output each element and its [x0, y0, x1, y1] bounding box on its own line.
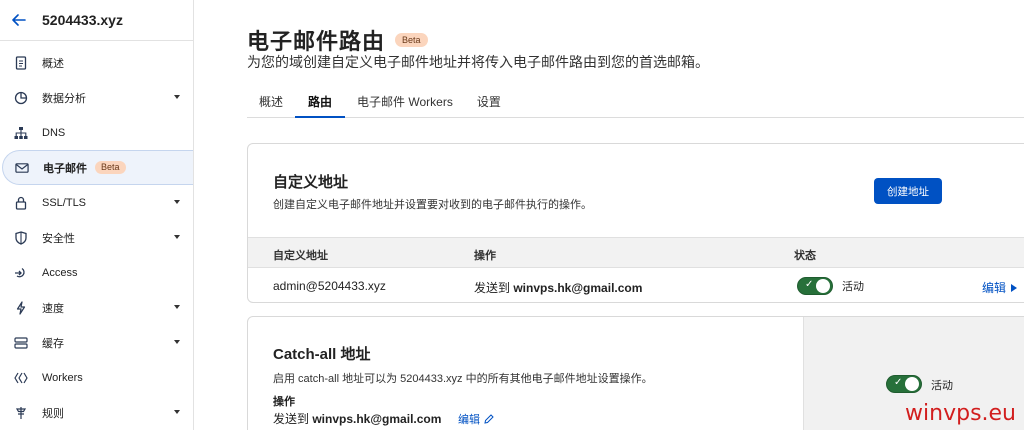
email-icon: [15, 161, 29, 175]
sidebar-item-speed[interactable]: 速度: [0, 290, 193, 325]
domain-name: 5204433.xyz: [42, 12, 123, 28]
sidebar-item-analytics[interactable]: 数据分析: [0, 80, 193, 115]
workers-icon: [14, 371, 28, 385]
chevron-down-icon[interactable]: [174, 235, 180, 239]
lock-icon: [14, 196, 28, 210]
sidebar-item-access[interactable]: Access: [0, 255, 193, 290]
table-header: 自定义地址 操作 状态: [248, 237, 1024, 268]
action-prefix: 发送到: [273, 412, 313, 426]
check-icon: ✓: [894, 377, 903, 388]
rules-icon: [14, 406, 28, 420]
back-arrow-icon[interactable]: [10, 11, 28, 29]
card-description: 启用 catch-all 地址可以为 5204433.xyz 中的所有其他电子邮…: [273, 373, 653, 385]
column-header-address: 自定义地址: [273, 250, 328, 262]
card-title: Catch-all 地址: [273, 346, 371, 363]
edit-label: 编辑: [458, 414, 480, 426]
sidebar-item-label: 数据分析: [42, 92, 86, 105]
sidebar-item-label: 缓存: [42, 337, 64, 350]
network-icon: [14, 126, 28, 140]
catch-all-status-label: 活动: [931, 380, 953, 392]
sidebar-nav: 概述 数据分析 DNS 电子邮件 Beta SSL/TLS 安全性 Access…: [0, 41, 193, 430]
create-address-button[interactable]: 创建地址: [874, 178, 942, 204]
status-label: 活动: [842, 281, 864, 293]
chevron-down-icon[interactable]: [174, 410, 180, 414]
sidebar-item-label: 电子邮件: [43, 162, 87, 175]
custom-address-card: 自定义地址 创建自定义电子邮件地址并设置要对收到的电子邮件执行的操作。 创建地址…: [247, 143, 1024, 303]
catch-all-toggle[interactable]: ✓: [886, 375, 922, 393]
sidebar-item-label: DNS: [42, 126, 66, 139]
column-header-action: 操作: [474, 250, 496, 262]
sidebar-item-label: Workers: [42, 371, 83, 384]
address-cell: admin@5204433.xyz: [273, 279, 386, 293]
watermark: winvps.eu: [905, 401, 1016, 426]
access-icon: [14, 266, 28, 280]
toggle-knob: [816, 279, 830, 293]
sidebar-item-label: 安全性: [42, 232, 75, 245]
tab-overview[interactable]: 概述: [247, 86, 295, 118]
action-prefix: 发送到: [474, 281, 514, 295]
action-label: 操作: [273, 396, 295, 408]
chevron-down-icon[interactable]: [174, 340, 180, 344]
beta-badge: Beta: [95, 161, 126, 174]
tab-settings[interactable]: 设置: [465, 86, 513, 118]
sidebar-item-workers[interactable]: Workers: [0, 360, 193, 395]
action-target: winvps.hk@gmail.com: [513, 281, 643, 295]
sidebar-item-overview[interactable]: 概述: [0, 45, 193, 80]
sidebar-item-label: 速度: [42, 302, 64, 315]
chevron-down-icon[interactable]: [174, 200, 180, 204]
sidebar-item-dns[interactable]: DNS: [0, 115, 193, 150]
app-window: 5204433.xyz 概述 数据分析 DNS 电子邮件 Beta SSL/TL…: [0, 0, 1024, 430]
action-cell: 发送到 winvps.hk@gmail.com: [474, 279, 642, 296]
shield-icon: [14, 230, 28, 245]
sidebar-item-email[interactable]: 电子邮件 Beta: [2, 150, 193, 185]
lightning-icon: [14, 300, 28, 315]
table-row: admin@5204433.xyz 发送到 winvps.hk@gmail.co…: [248, 268, 1024, 303]
chevron-down-icon[interactable]: [174, 305, 180, 309]
sidebar-item-rules[interactable]: 规则: [0, 395, 193, 430]
tab-email-workers[interactable]: 电子邮件 Workers: [345, 86, 465, 118]
sidebar-header: 5204433.xyz: [0, 0, 193, 41]
sidebar: 5204433.xyz 概述 数据分析 DNS 电子邮件 Beta SSL/TL…: [0, 0, 194, 430]
beta-badge: Beta: [395, 33, 428, 47]
sidebar-item-label: Access: [42, 266, 78, 279]
check-icon: ✓: [805, 279, 814, 290]
card-description: 创建自定义电子邮件地址并设置要对收到的电子邮件执行的操作。: [273, 199, 592, 211]
status-toggle[interactable]: ✓: [797, 277, 833, 295]
sidebar-item-label: 规则: [42, 407, 64, 420]
tab-bar: 概述 路由 电子邮件 Workers 设置: [247, 86, 1024, 118]
toggle-knob: [905, 377, 919, 391]
pencil-icon: [484, 414, 494, 424]
column-header-status: 状态: [794, 250, 816, 262]
sidebar-item-label: SSL/TLS: [42, 196, 87, 209]
chart-pie-icon: [14, 91, 28, 105]
page-subtitle: 为您的域创建自定义电子邮件地址并将传入电子邮件路由到您的首选邮箱。: [247, 54, 709, 70]
server-icon: [14, 336, 28, 350]
main-content: 电子邮件路由 Beta 为您的域创建自定义电子邮件地址并将传入电子邮件路由到您的…: [247, 0, 1024, 430]
sidebar-item-security[interactable]: 安全性: [0, 220, 193, 255]
catch-all-edit-link[interactable]: 编辑: [458, 411, 494, 427]
caret-right-icon: [1011, 283, 1018, 292]
edit-link[interactable]: 编辑: [982, 279, 1018, 296]
chevron-down-icon[interactable]: [174, 95, 180, 99]
tab-routing[interactable]: 路由: [295, 86, 346, 118]
action-value: 发送到 winvps.hk@gmail.com: [273, 410, 441, 427]
card-title: 自定义地址: [273, 174, 349, 191]
action-target: winvps.hk@gmail.com: [312, 412, 442, 426]
document-icon: [14, 55, 28, 70]
sidebar-item-label: 概述: [42, 57, 64, 70]
edit-label: 编辑: [982, 281, 1007, 295]
sidebar-item-ssl-tls[interactable]: SSL/TLS: [0, 185, 193, 220]
sidebar-item-cache[interactable]: 缓存: [0, 325, 193, 360]
